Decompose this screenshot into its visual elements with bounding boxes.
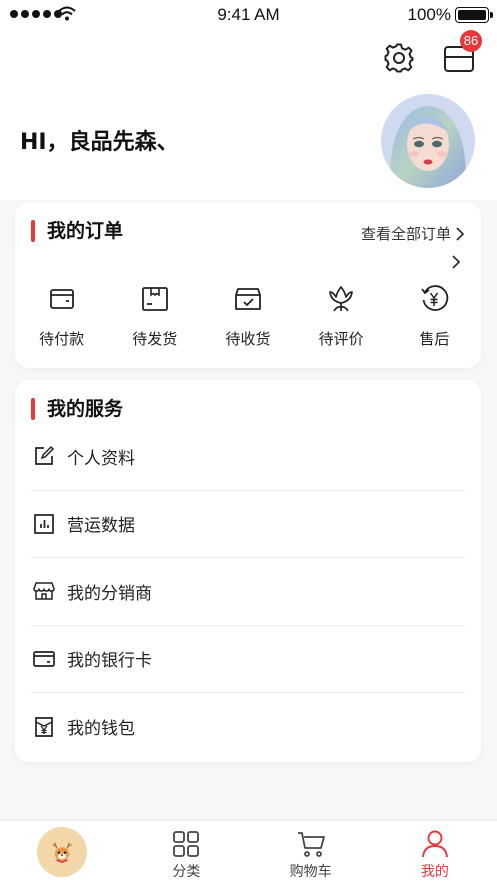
service-label: 个人资料 — [67, 448, 135, 469]
view-all-orders-label: 查看全部订单 — [360, 225, 451, 243]
grid-icon — [173, 831, 200, 857]
order-item-label: 待评价 — [318, 330, 364, 348]
card-icon — [33, 650, 55, 667]
order-pending-review[interactable]: 待评价 — [295, 284, 388, 349]
order-status-row: 待付款 待发货 待收货 待评价 售后 — [15, 284, 481, 349]
service-label: 我的钱包 — [67, 719, 135, 740]
delivery-box-icon — [235, 288, 261, 310]
cart-icon — [297, 832, 325, 857]
mascot-icon — [37, 827, 88, 877]
flower-icon — [329, 286, 354, 312]
wallet-icon — [49, 289, 74, 309]
edit-icon — [35, 446, 55, 466]
service-bank-card[interactable]: 我的银行卡 — [31, 626, 465, 693]
bottom-tab-bar: 分类 购物车 我的 — [0, 820, 497, 883]
tab-mine[interactable]: 我的 — [373, 821, 497, 883]
tab-label: 分类 — [172, 864, 201, 880]
greeting-text: HI，良品先森、 — [20, 130, 179, 155]
order-pending-shipment[interactable]: 待发货 — [108, 284, 201, 349]
chevron-right-icon — [456, 226, 465, 241]
avatar[interactable] — [381, 94, 475, 188]
service-operations-data[interactable]: 营运数据 — [31, 491, 465, 558]
tab-cart[interactable]: 购物车 — [249, 821, 373, 883]
orders-card: 我的订单 查看全部订单 待付款 待发货 待收货 待评价 售后 — [15, 202, 481, 368]
order-item-label: 待付款 — [39, 330, 85, 348]
service-distributors[interactable]: 我的分销商 — [31, 558, 465, 626]
tab-category[interactable]: 分类 — [124, 821, 248, 883]
status-bar: 9:41 AM 100% — [0, 0, 497, 30]
tab-label: 我的 — [420, 864, 449, 880]
order-pending-receipt[interactable]: 待收货 — [201, 284, 294, 349]
order-pending-payment[interactable]: 待付款 — [15, 284, 108, 349]
refund-icon — [421, 285, 449, 311]
chevron-right-icon — [452, 255, 461, 269]
order-item-label: 待发货 — [132, 330, 178, 348]
wallet-yen-icon — [35, 716, 53, 737]
battery-icon — [455, 7, 493, 23]
box-icon — [141, 287, 168, 311]
tab-home[interactable] — [0, 821, 124, 883]
profile-header: 86 HI，良品先森、 — [0, 30, 497, 200]
services-card: 我的服务 个人资料 营运数据 我的分销商 我的银行卡 我的钱包 — [15, 380, 481, 762]
settings-gear-icon[interactable] — [382, 41, 416, 75]
services-title: 我的服务 — [31, 397, 123, 421]
service-label: 我的分销商 — [67, 583, 152, 604]
service-label: 我的银行卡 — [67, 651, 152, 672]
user-icon — [421, 830, 448, 858]
battery-percent: 100% — [407, 5, 451, 24]
orders-title: 我的订单 — [31, 219, 123, 243]
order-item-label: 售后 — [419, 330, 450, 348]
service-profile[interactable]: 个人资料 — [31, 423, 465, 491]
chart-icon — [34, 513, 54, 534]
service-list: 个人资料 营运数据 我的分销商 我的银行卡 我的钱包 — [31, 423, 465, 761]
tab-label: 购物车 — [289, 864, 332, 880]
order-item-label: 待收货 — [225, 330, 271, 348]
store-icon — [33, 582, 55, 600]
service-label: 营运数据 — [67, 516, 135, 537]
service-wallet[interactable]: 我的钱包 — [31, 693, 465, 761]
view-all-orders-link[interactable]: 查看全部订单 — [361, 223, 465, 244]
message-count-badge: 86 — [460, 30, 482, 52]
order-after-sales[interactable]: 售后 — [388, 284, 481, 349]
